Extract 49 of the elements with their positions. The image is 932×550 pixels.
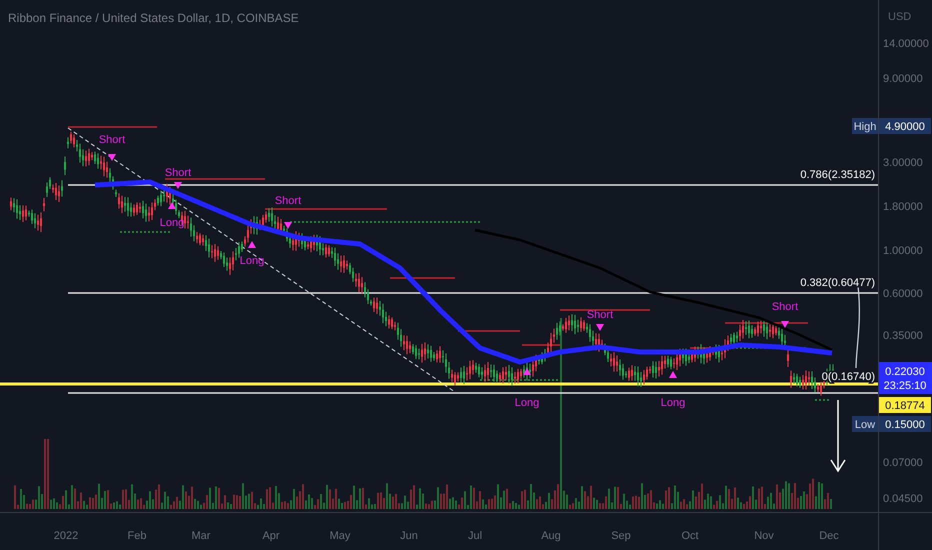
signal-label: Short [98,134,126,146]
price-axis-label: 14.00000 [883,38,929,50]
signal-label: Short [586,309,614,321]
fibonacci-level-label: 0.786(2.35182) [800,169,875,181]
time-axis-label: Apr [262,530,280,542]
signal-label: Long [160,217,184,229]
signal-label: Long [514,397,540,409]
last-price-label: 0.22030 23:25:10 [879,362,932,394]
time-axis-label: Sep [611,530,631,542]
up-triangle-icon [168,202,176,209]
signal-label: Long [240,255,264,267]
time-axis-label: Jun [400,530,418,542]
high-marker-label: High [852,118,878,134]
price-axis-label: 9.00000 [883,73,923,85]
price-axis-label: 0.07000 [883,457,923,469]
down-triangle-icon [781,321,789,328]
up-triangle-icon [248,241,256,248]
time-axis-label: 2022 [54,530,78,542]
fibonacci-level-label: 0.382(0.60477) [800,277,875,289]
price-axis-label: 0.60000 [883,288,923,300]
down-triangle-icon [284,222,292,229]
price-axis-label: 1.00000 [883,245,923,257]
time-axis-label: May [330,530,350,542]
price-axis-label: 0.35000 [883,330,923,342]
time-axis-label: Aug [541,530,561,542]
low-price-label: 0.15000 [879,416,931,432]
price-axis-label: 1.80000 [883,201,923,213]
down-triangle-icon [596,324,604,331]
time-axis-label: Feb [128,530,146,542]
down-triangle-icon [174,182,182,189]
time-axis-label: Nov [754,530,774,542]
signal-label: Short [274,195,302,207]
up-triangle-icon [523,368,531,375]
previous-close-label: 0.18774 [879,397,931,413]
high-price-label: 4.90000 [879,118,931,134]
signal-label: Long [660,397,686,409]
time-axis-label: Mar [192,530,210,542]
down-triangle-icon [108,154,116,161]
up-triangle-icon [669,371,677,378]
low-marker-label: Low [852,416,878,432]
chart-title: Ribbon Finance / United States Dollar, 1D, COINBASE [8,11,299,25]
signal-label: Short [772,301,798,313]
time-axis-label: Oct [681,530,699,542]
price-axis-label: 3.00000 [883,157,923,169]
signal-label: Short [164,167,192,179]
price-axis-label: 0.04500 [883,493,923,505]
currency-label: USD [888,11,912,23]
time-axis-label: Dec [819,530,839,542]
time-axis-label: Jul [468,530,482,542]
